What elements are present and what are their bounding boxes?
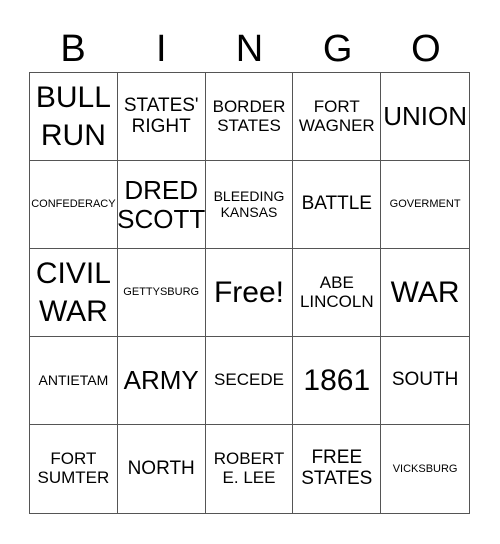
bingo-grid: BULL RUN STATES' RIGHT BORDER STATES FOR… [29,72,470,514]
bingo-cell: ARMY [117,337,206,425]
bingo-cell: ABE LINCOLN [293,249,382,337]
bingo-cell: FORT WAGNER [293,73,382,161]
free-space: Free! [205,249,294,337]
header-letter-n: N [235,28,264,70]
bingo-cell: VICKSBURG [392,462,458,475]
bingo-cell: STATES' RIGHT [117,73,206,161]
bingo-cell: BORDER STATES [205,73,294,161]
bingo-cell: DRED SCOTT [117,161,206,249]
bingo-cell: ANTIETAM [30,337,118,425]
bingo-cell: 1861 [293,337,382,425]
bingo-cell: NORTH [118,425,206,513]
header-letter-o: O [411,28,441,70]
bingo-cell: BATTLE [293,161,382,249]
bingo-cell: WAR [381,249,469,337]
bingo-cell: GOVERMENT [381,161,469,249]
bingo-cell: ROBERT E. LEE [206,425,294,513]
bingo-header: B I N G O [29,26,470,72]
header-letter-i: I [156,28,167,70]
bingo-cell: FREE STATES [293,425,382,513]
bingo-cell: SECEDE [205,337,294,425]
bingo-cell: BULL RUN [30,73,118,161]
bingo-cell: CIVIL WAR [30,249,118,337]
bingo-cell: GETTYSBURG [117,249,206,337]
bingo-cell: UNION [381,73,469,161]
bingo-cell: FORT SUMTER [30,425,118,513]
bingo-cell: BLEEDING KANSAS [205,161,294,249]
bingo-cell: CONFEDERACY [30,161,118,249]
header-letter-g: G [322,28,353,70]
bingo-cell: SOUTH [381,337,469,425]
header-letter-b: B [60,28,86,70]
